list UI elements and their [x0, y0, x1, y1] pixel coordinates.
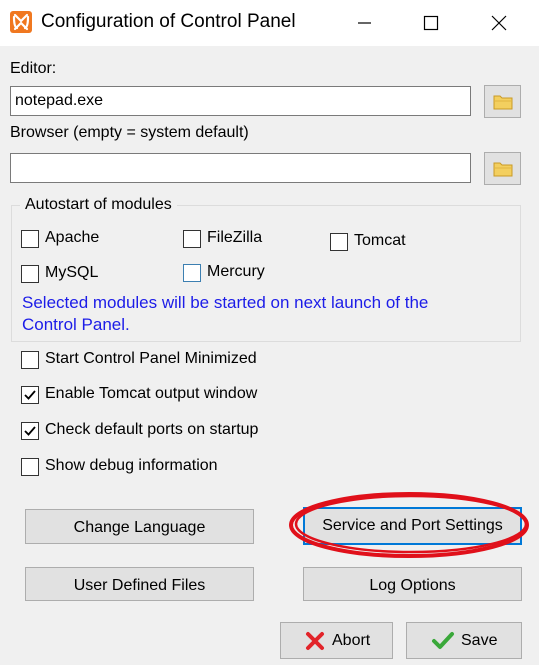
abort-x-icon — [306, 632, 324, 650]
checkbox-box[interactable] — [21, 230, 39, 248]
checkmark-icon — [24, 390, 36, 400]
close-button[interactable] — [476, 0, 522, 46]
checkbox-box[interactable] — [183, 264, 201, 282]
log-options-button[interactable]: Log Options — [303, 567, 522, 601]
checkmark-icon — [24, 426, 36, 436]
checkbox-label: Apache — [45, 229, 100, 246]
checkbox-box[interactable] — [21, 422, 39, 440]
button-label: Service and Port Settings — [322, 517, 503, 534]
checkbox-box[interactable] — [330, 233, 348, 251]
folder-icon — [493, 162, 513, 177]
button-label: Log Options — [369, 577, 456, 594]
autostart-info-text: Selected modules will be started on next… — [22, 292, 502, 336]
browser-field[interactable] — [10, 153, 471, 183]
change-language-button[interactable]: Change Language — [25, 509, 254, 544]
checkbox-label: Show debug information — [45, 457, 218, 474]
user-defined-files-button[interactable]: User Defined Files — [25, 567, 254, 601]
button-label: Save — [461, 632, 498, 649]
minimize-icon — [358, 22, 371, 24]
checkbox-label: Tomcat — [354, 232, 406, 249]
button-label: User Defined Files — [73, 577, 206, 594]
editor-field[interactable] — [10, 86, 471, 116]
abort-button[interactable]: Abort — [280, 622, 393, 659]
service-port-settings-button[interactable]: Service and Port Settings — [303, 507, 522, 545]
checkbox-box[interactable] — [21, 386, 39, 404]
checkbox-box[interactable] — [183, 230, 201, 248]
checkbox-box[interactable] — [21, 351, 39, 369]
save-button[interactable]: Save — [406, 622, 522, 659]
title-bar: Configuration of Control Panel — [0, 0, 539, 46]
checkbox-box[interactable] — [21, 265, 39, 283]
editor-browse-button[interactable] — [484, 85, 521, 118]
checkbox-label: MySQL — [45, 264, 99, 281]
info-line-1: Selected modules will be started on next… — [22, 293, 429, 312]
editor-label: Editor: — [10, 60, 57, 77]
checkbox-box[interactable] — [21, 458, 39, 476]
info-line-2: Control Panel. — [22, 315, 130, 334]
folder-icon — [493, 95, 513, 110]
browser-label: Browser (empty = system default) — [10, 124, 249, 141]
checkbox-label: Mercury — [207, 263, 265, 280]
minimize-button[interactable] — [341, 0, 387, 46]
maximize-icon — [423, 15, 439, 31]
checkbox-label: Enable Tomcat output window — [45, 385, 258, 402]
maximize-button[interactable] — [408, 0, 454, 46]
browser-browse-button[interactable] — [484, 152, 521, 185]
save-checkmark-icon — [432, 632, 454, 649]
autostart-group-title: Autostart of modules — [20, 196, 177, 214]
checkbox-label: Check default ports on startup — [45, 421, 259, 438]
button-label: Change Language — [73, 519, 206, 536]
checkbox-label: Start Control Panel Minimized — [45, 350, 257, 367]
checkbox-label: FileZilla — [207, 229, 263, 246]
xampp-logo-icon — [10, 11, 32, 33]
button-label: Abort — [332, 632, 371, 649]
close-icon — [491, 15, 507, 31]
window-title: Configuration of Control Panel — [41, 11, 296, 32]
